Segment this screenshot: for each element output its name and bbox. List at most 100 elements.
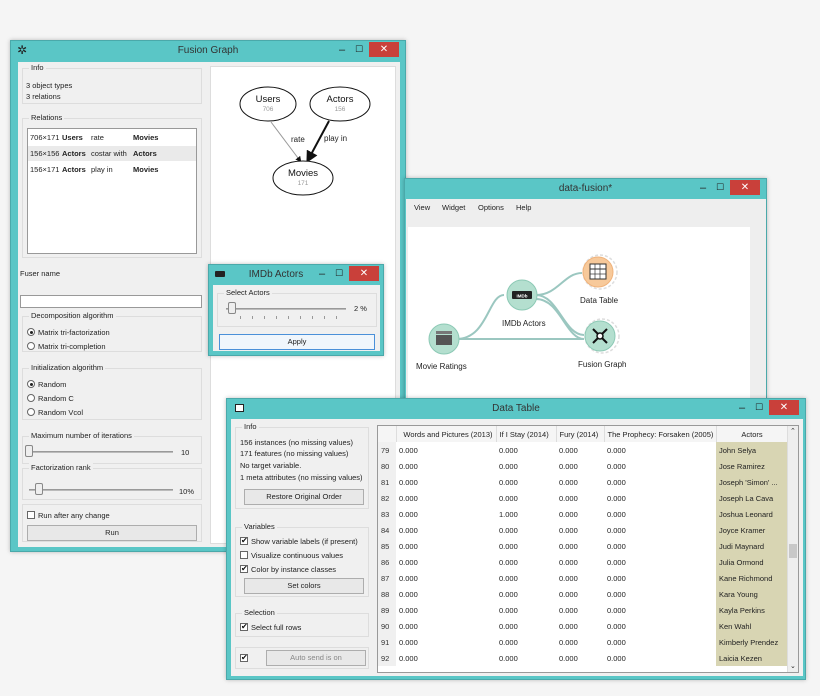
table-cell[interactable]: 0.000 [396,474,496,490]
table-row[interactable]: 92 0.000 0.000 0.000 0.000 Laicia Kezen [378,650,788,666]
checkbox-icon[interactable] [240,551,248,559]
actor-name-cell[interactable]: Kara Young [716,586,788,602]
menu-help[interactable]: Help [516,203,531,212]
table-cell[interactable]: 0.000 [604,474,716,490]
row-number[interactable]: 85 [378,538,396,554]
restore-order-button[interactable]: Restore Original Order [244,489,364,505]
table-cell[interactable]: 0.000 [556,634,604,650]
max-iterations-slider[interactable] [29,451,173,453]
column-header[interactable]: If I Stay (2014) [496,426,557,442]
checkbox-icon[interactable] [240,564,248,573]
actor-name-cell[interactable]: Joyce Kramer [716,522,788,538]
table-row[interactable]: 90 0.000 0.000 0.000 0.000 Ken Wahl [378,618,788,634]
table-cell[interactable]: 0.000 [604,602,716,618]
table-cell[interactable]: 0.000 [556,618,604,634]
checkbox-icon[interactable] [27,511,35,519]
scrollbar-thumb[interactable] [789,544,797,558]
table-row[interactable]: 88 0.000 0.000 0.000 0.000 Kara Young [378,586,788,602]
row-number[interactable]: 86 [378,554,396,570]
table-cell[interactable]: 0.000 [396,570,496,586]
data-table-view[interactable]: Words and Pictures (2013) If I Stay (201… [377,425,799,673]
close-icon[interactable]: ✕ [369,42,399,57]
table-cell[interactable]: 0.000 [396,490,496,506]
relation-row[interactable]: 156×171 Actors play in Movies [28,162,196,177]
table-cell[interactable]: 0.000 [556,442,604,458]
table-cell[interactable]: 0.000 [496,602,556,618]
table-row[interactable]: 82 0.000 0.000 0.000 0.000 Joseph La Cava [378,490,788,506]
fusion-titlebar[interactable]: ✲ Fusion Graph – ☐ ✕ [11,41,405,61]
radio-icon[interactable] [27,380,35,388]
minimize-icon[interactable]: – [313,268,331,280]
table-row[interactable]: 86 0.000 0.000 0.000 0.000 Julia Ormond [378,554,788,570]
datatable-titlebar[interactable]: Data Table – ☐ ✕ [227,399,805,419]
row-number[interactable]: 91 [378,634,396,650]
table-cell[interactable]: 0.000 [396,506,496,522]
table-cell[interactable]: 0.000 [556,474,604,490]
table-cell[interactable]: 0.000 [556,586,604,602]
table-cell[interactable]: 0.000 [496,474,556,490]
table-cell[interactable]: 0.000 [604,458,716,474]
row-number[interactable]: 83 [378,506,396,522]
opt-select-full-rows[interactable]: Select full rows [240,622,301,632]
table-cell[interactable]: 0.000 [604,618,716,634]
actor-name-cell[interactable]: Joseph La Cava [716,490,788,506]
row-number[interactable]: 90 [378,618,396,634]
imdb-titlebar[interactable]: IMDb Actors – ☐ ✕ [209,265,383,285]
table-row[interactable]: 80 0.000 0.000 0.000 0.000 Jose Ramirez [378,458,788,474]
row-number[interactable]: 80 [378,458,396,474]
actor-name-cell[interactable]: Joshua Leonard [716,506,788,522]
table-cell[interactable]: 0.000 [556,522,604,538]
column-header[interactable]: Fury (2014) [556,426,605,442]
decomp-option-trifactorization[interactable]: Matrix tri-factorization [27,328,110,337]
radio-icon[interactable] [27,394,35,402]
canvas-titlebar[interactable]: data-fusion* – ☐ ✕ [405,179,766,199]
close-icon[interactable]: ✕ [769,400,799,415]
menu-options[interactable]: Options [478,203,504,212]
actor-name-cell[interactable]: Kayla Perkins [716,602,788,618]
table-cell[interactable]: 0.000 [496,650,556,666]
table-cell[interactable]: 0.000 [396,458,496,474]
max-iterations-slider-handle[interactable] [25,445,33,457]
table-cell[interactable]: 0.000 [604,506,716,522]
radio-icon[interactable] [27,408,35,416]
actor-name-cell[interactable]: Judi Maynard [716,538,788,554]
table-cell[interactable]: 0.000 [496,570,556,586]
table-cell[interactable]: 0.000 [496,458,556,474]
table-cell[interactable]: 0.000 [604,586,716,602]
table-cell[interactable]: 0.000 [604,442,716,458]
table-cell[interactable]: 0.000 [604,570,716,586]
row-number[interactable]: 84 [378,522,396,538]
table-cell[interactable]: 0.000 [396,634,496,650]
node-movies[interactable]: Movies 171 [272,160,334,196]
run-button[interactable]: Run [27,525,197,541]
actor-name-cell[interactable]: Kimberly Prendez [716,634,788,650]
table-cell[interactable]: 0.000 [396,618,496,634]
opt-show-labels[interactable]: Show variable labels (if present) [240,536,358,546]
table-cell[interactable]: 0.000 [604,650,716,666]
auto-send-checkbox[interactable] [240,653,251,663]
actor-name-cell[interactable]: Laicia Kezen [716,650,788,666]
column-header[interactable]: Words and Pictures (2013) [396,426,497,442]
maximize-icon[interactable]: ☐ [751,402,767,413]
close-icon[interactable]: ✕ [349,266,379,281]
select-actors-slider[interactable] [226,308,346,310]
actor-name-cell[interactable]: Joseph 'Simon' ... [716,474,788,490]
select-actors-slider-handle[interactable] [228,302,236,314]
workflow-canvas[interactable]: Movie Ratings IMDb IMDb Actors Data Tabl… [408,227,750,399]
minimize-icon[interactable]: – [694,182,712,194]
table-cell[interactable]: 0.000 [396,554,496,570]
table-cell[interactable]: 0.000 [556,602,604,618]
actor-name-cell[interactable]: Ken Wahl [716,618,788,634]
relation-row[interactable]: 706×171 Users rate Movies [28,130,196,145]
maximize-icon[interactable]: ☐ [331,268,347,279]
row-number[interactable]: 81 [378,474,396,490]
row-number[interactable]: 82 [378,490,396,506]
minimize-icon[interactable]: – [333,44,351,56]
rank-slider-handle[interactable] [35,483,43,495]
table-row[interactable]: 85 0.000 0.000 0.000 0.000 Judi Maynard [378,538,788,554]
menu-view[interactable]: View [414,203,430,212]
table-row[interactable]: 79 0.000 0.000 0.000 0.000 John Selya [378,442,788,458]
table-cell[interactable]: 0.000 [556,458,604,474]
scroll-down-icon[interactable]: ⌄ [790,662,796,670]
actor-name-cell[interactable]: John Selya [716,442,788,458]
